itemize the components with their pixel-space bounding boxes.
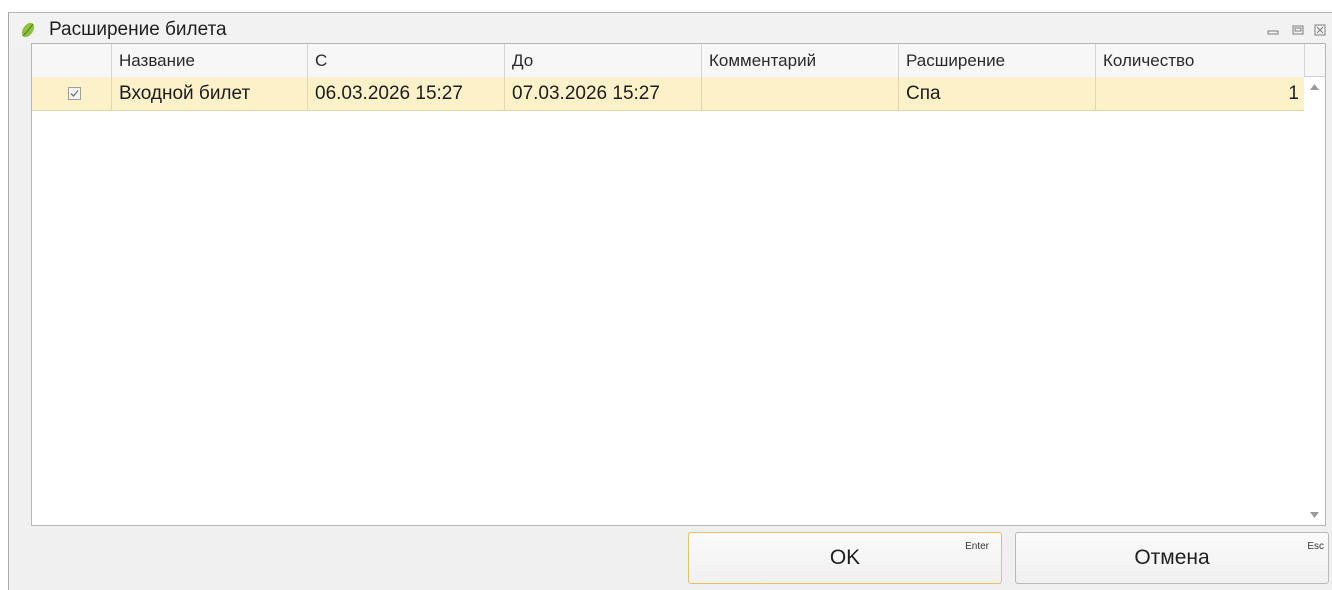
maximize-icon[interactable]	[1287, 21, 1309, 39]
cell-quantity[interactable]: 1	[1096, 77, 1306, 110]
header-corner	[1304, 44, 1325, 77]
dialog-window: Расширение билета Название С До Коммента…	[8, 12, 1332, 590]
cell-extension[interactable]: Спа	[899, 77, 1096, 110]
row-select-cell[interactable]	[32, 77, 112, 110]
table-row[interactable]: Входной билет 06.03.2026 15:27 07.03.202…	[32, 77, 1304, 111]
minimize-icon[interactable]	[1262, 21, 1284, 39]
leaf-icon	[21, 22, 35, 38]
vertical-scrollbar[interactable]	[1304, 77, 1325, 525]
ok-button[interactable]: OK Enter	[688, 532, 1002, 584]
column-header-name[interactable]: Название	[112, 44, 308, 77]
scroll-down-icon[interactable]	[1309, 511, 1320, 519]
cell-from[interactable]: 06.03.2026 15:27	[308, 77, 505, 110]
cancel-hotkey-hint: Esc	[1307, 541, 1324, 552]
scroll-up-icon[interactable]	[1309, 83, 1320, 91]
column-header-extension[interactable]: Расширение	[899, 44, 1096, 77]
window-title: Расширение билета	[49, 19, 227, 40]
grid-header: Название С До Комментарий Расширение Кол…	[32, 44, 1304, 78]
column-header-select[interactable]	[32, 44, 112, 77]
checkmark-icon	[70, 90, 79, 97]
column-header-from[interactable]: С	[308, 44, 505, 77]
cell-comment[interactable]	[702, 77, 899, 110]
tickets-grid[interactable]: Название С До Комментарий Расширение Кол…	[31, 43, 1326, 526]
cancel-button[interactable]: Отмена Esc	[1015, 532, 1329, 584]
row-checkbox[interactable]	[68, 87, 81, 100]
cancel-button-label: Отмена	[1134, 546, 1210, 569]
cell-to[interactable]: 07.03.2026 15:27	[505, 77, 702, 110]
cell-name[interactable]: Входной билет	[112, 77, 308, 110]
column-header-quantity[interactable]: Количество	[1096, 44, 1306, 77]
ok-button-label: OK	[829, 546, 861, 569]
column-header-to[interactable]: До	[505, 44, 702, 77]
ok-hotkey-hint: Enter	[965, 541, 989, 552]
close-icon[interactable]	[1309, 21, 1331, 39]
column-header-comment[interactable]: Комментарий	[702, 44, 899, 77]
